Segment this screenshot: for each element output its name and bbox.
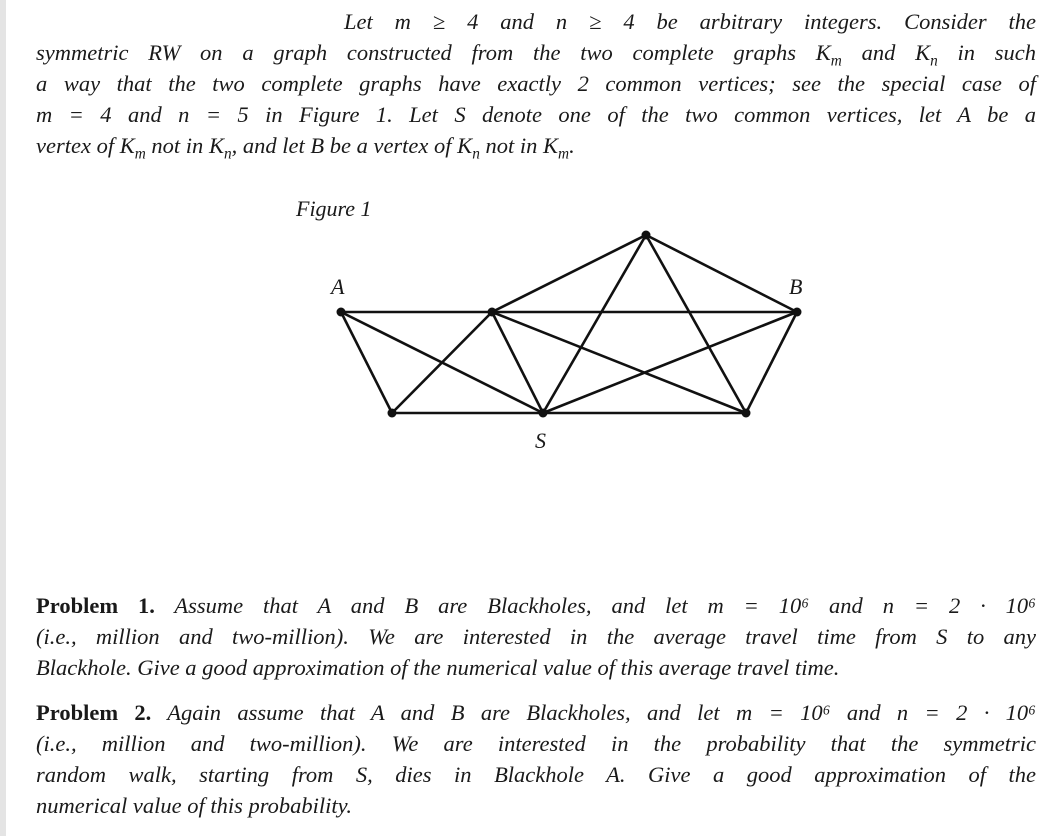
graph-vertex-a — [336, 307, 346, 317]
problem-text: Again assume that A and B are Blackholes… — [167, 700, 1036, 725]
graph-edge-b-br — [744, 311, 799, 414]
problem-line: Problem 1. Assume that A and B are Black… — [36, 590, 1036, 621]
graph-edge-m-bl — [391, 311, 493, 414]
problem-line: (i.e., million and two-million). We are … — [36, 731, 1036, 756]
problem-2: Problem 2. Again assume that A and B are… — [36, 697, 1036, 821]
problem-label: Problem 2. — [36, 700, 152, 725]
graph-vertex-s — [538, 408, 548, 418]
problem-line: random walk, starting from S, dies in Bl… — [36, 762, 1036, 787]
problem-line: Blackhole. Give a good approximation of … — [36, 655, 840, 680]
graph-vertex-b — [792, 307, 802, 317]
graph-vertex-t — [641, 230, 651, 240]
vertex-label-s: S — [535, 428, 546, 453]
problem-1: Problem 1. Assume that A and B are Black… — [36, 590, 1036, 683]
graph-vertex-bl — [387, 408, 397, 418]
graph-edge-m-s — [490, 311, 545, 414]
graph-edges — [339, 233, 799, 415]
vertex-label-b: B — [789, 274, 802, 299]
problem-line: Problem 2. Again assume that A and B are… — [36, 697, 1036, 728]
graph-edge-b-s — [542, 310, 798, 415]
graph-vertex-m — [487, 307, 497, 317]
problem-label: Problem 1. — [36, 593, 155, 618]
graph-vertex-br — [741, 408, 751, 418]
graph-edge-m-br — [491, 310, 747, 415]
problem-line: numerical value of this probability. — [36, 793, 353, 818]
problem-text: Assume that A and B are Blackholes, and … — [174, 593, 1036, 618]
problem-line: (i.e., million and two-million). We are … — [36, 624, 1036, 649]
graph-edge-a-bl — [339, 311, 394, 414]
vertex-label-a: A — [329, 274, 345, 299]
